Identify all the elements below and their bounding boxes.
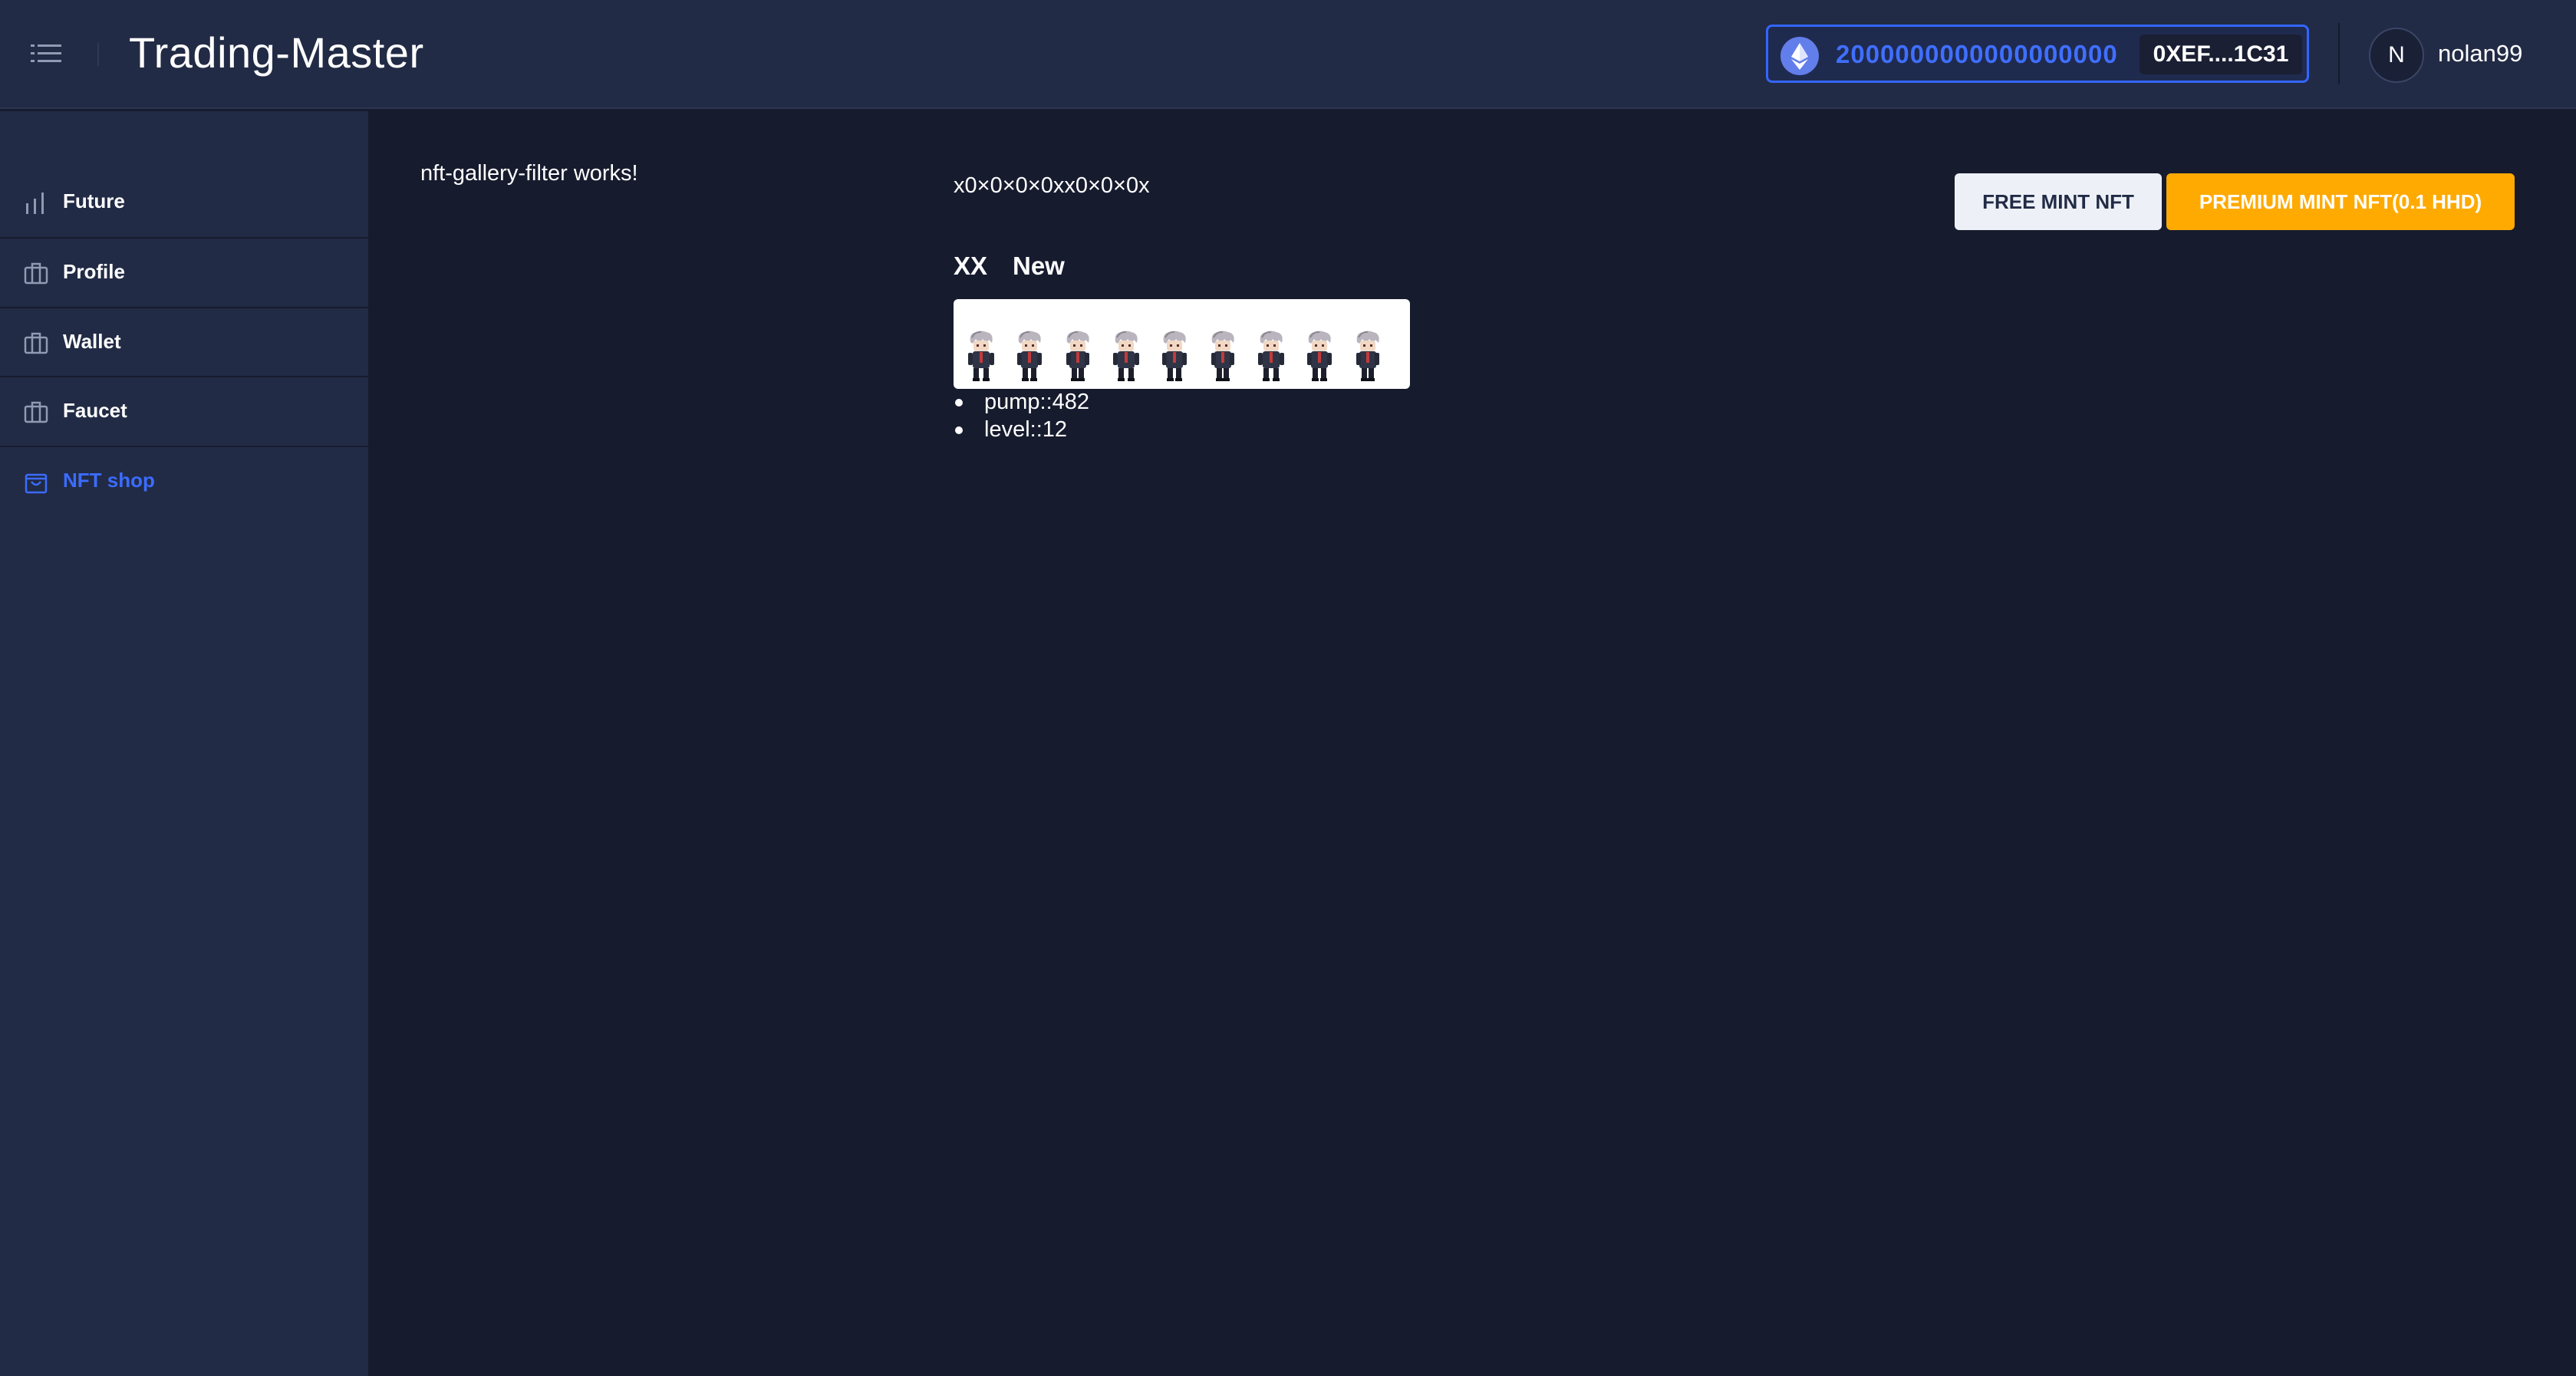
header-divider-right bbox=[2338, 23, 2340, 84]
tab-new[interactable]: New bbox=[1013, 252, 1065, 281]
sidebar-item-nft-shop[interactable]: NFT shop bbox=[0, 446, 368, 515]
character-sprite bbox=[1256, 330, 1286, 382]
sidebar-item-future[interactable]: Future bbox=[0, 166, 368, 235]
header-divider bbox=[97, 43, 99, 66]
tab-xx[interactable]: XX bbox=[954, 252, 987, 281]
sidebar-item-label: Future bbox=[63, 189, 125, 212]
username[interactable]: nolan99 bbox=[2438, 40, 2522, 67]
nft-attributes: pump::482 level::12 bbox=[954, 388, 1089, 443]
sidebar-item-profile[interactable]: Profile bbox=[0, 237, 368, 306]
bar-chart-icon bbox=[23, 189, 49, 216]
sidebar-item-faucet[interactable]: Faucet bbox=[0, 376, 368, 445]
wallet-address[interactable]: 0XEF....1C31 bbox=[2140, 35, 2302, 74]
hex-text: x0×0×0×0xx0×0×0x bbox=[954, 173, 1150, 198]
wallet-balance: 2000000000000000000 bbox=[1836, 40, 2118, 68]
sidebar-item-label: Faucet bbox=[63, 398, 127, 422]
user-avatar[interactable]: N bbox=[2369, 28, 2424, 83]
briefcase-icon bbox=[23, 330, 49, 356]
sidebar-item-label: Wallet bbox=[63, 329, 121, 353]
briefcase-icon bbox=[23, 260, 49, 286]
sidebar-item-label: Profile bbox=[63, 259, 125, 283]
character-sprite bbox=[1207, 330, 1238, 382]
sidebar-item-wallet[interactable]: Wallet bbox=[0, 307, 368, 376]
shopping-bag-icon bbox=[23, 469, 49, 495]
sidebar-item-label: NFT shop bbox=[63, 468, 155, 492]
sidebar: Future Profile Wallet Faucet NFT shop bbox=[0, 111, 368, 1376]
nft-attribute-level: level::12 bbox=[954, 416, 1089, 443]
premium-mint-button[interactable]: PREMIUM MINT NFT(0.1 HHD) bbox=[2166, 173, 2515, 230]
character-sprite bbox=[1304, 330, 1335, 382]
ethereum-icon bbox=[1780, 37, 1819, 75]
app-title[interactable]: Trading-Master bbox=[129, 28, 424, 77]
hamburger-menu-icon[interactable] bbox=[31, 40, 64, 67]
character-sprite bbox=[1111, 330, 1141, 382]
free-mint-button[interactable]: FREE MINT NFT bbox=[1955, 173, 2162, 230]
briefcase-icon bbox=[23, 399, 49, 425]
character-sprite bbox=[966, 330, 996, 382]
character-sprite bbox=[1062, 330, 1093, 382]
wallet-chip[interactable]: 2000000000000000000 0XEF....1C31 bbox=[1766, 25, 2309, 83]
character-sprite bbox=[1352, 330, 1383, 382]
top-header: Trading-Master 2000000000000000000 0XEF.… bbox=[0, 0, 2576, 109]
status-text: nft-gallery-filter works! bbox=[420, 161, 638, 186]
character-sprite bbox=[1014, 330, 1045, 382]
nft-card[interactable] bbox=[954, 299, 1410, 389]
character-sprite bbox=[1159, 330, 1190, 382]
nft-attribute-pump: pump::482 bbox=[954, 388, 1089, 416]
